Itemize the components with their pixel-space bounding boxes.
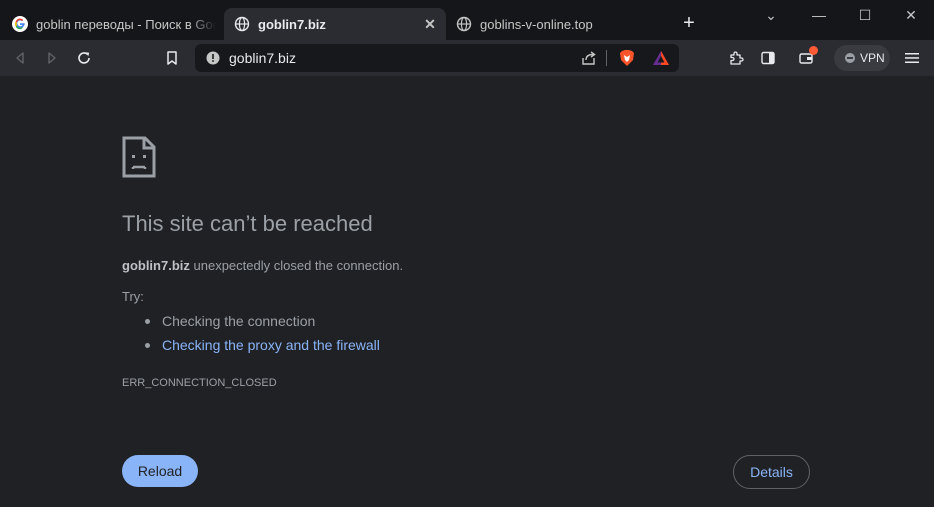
notification-badge — [809, 46, 818, 55]
brave-shields-icon — [620, 50, 634, 66]
forward-icon — [48, 52, 56, 64]
maximize-button[interactable]: ☐ — [854, 6, 876, 24]
suggestion-check-proxy-link[interactable]: Checking the proxy and the firewall — [144, 336, 380, 360]
tab-title: goblin7.biz — [258, 16, 326, 32]
back-button[interactable] — [8, 46, 32, 70]
toolbar: goblin7.biz VPN — [0, 40, 934, 76]
menu-button[interactable] — [900, 46, 924, 70]
suggestion-check-connection: Checking the connection — [144, 312, 380, 336]
bookmark-icon — [167, 51, 177, 65]
google-icon — [12, 16, 28, 32]
sidebar-button[interactable] — [756, 46, 780, 70]
extensions-icon — [730, 51, 744, 65]
close-icon[interactable]: ✕ — [422, 16, 438, 32]
tab-goblins-v-online[interactable]: goblins-v-online.top — [446, 8, 668, 40]
error-code: ERR_CONNECTION_CLOSED — [122, 377, 277, 389]
vpn-label: VPN — [860, 51, 885, 65]
error-summary: goblin7.biz unexpectedly closed the conn… — [122, 258, 403, 273]
back-icon — [16, 52, 24, 64]
error-heading: This site can’t be reached — [122, 211, 373, 236]
tab-strip: goblin переводы - Поиск в Google goblin7… — [0, 0, 934, 40]
tab-goblin7[interactable]: goblin7.biz ✕ — [224, 8, 446, 40]
tab-title: goblin переводы - Поиск в Google — [36, 16, 216, 32]
reload-page-button[interactable]: Reload — [122, 455, 198, 487]
omnibox-divider — [606, 50, 607, 66]
brave-rewards-icon — [653, 51, 669, 65]
brave-shields-button[interactable] — [615, 46, 639, 70]
tab-search-dropdown-icon[interactable]: ⌄ — [760, 6, 782, 24]
vpn-status-icon — [845, 53, 855, 63]
window-close-button[interactable]: ✕ — [900, 6, 922, 24]
extensions-button[interactable] — [724, 46, 748, 70]
suggestion-list: Checking the connection Checking the pro… — [144, 312, 380, 360]
try-label: Try: — [122, 289, 144, 304]
globe-icon — [234, 16, 250, 32]
bookmark-button[interactable] — [160, 46, 184, 70]
share-button[interactable] — [577, 46, 601, 70]
share-icon — [582, 51, 596, 65]
url-text: goblin7.biz — [229, 50, 296, 66]
forward-button[interactable] — [40, 46, 64, 70]
tab-google-search[interactable]: goblin переводы - Поиск в Google — [2, 8, 224, 40]
new-tab-button[interactable]: + — [678, 12, 700, 34]
error-host: goblin7.biz — [122, 258, 190, 273]
brave-rewards-button[interactable] — [649, 46, 673, 70]
globe-icon — [456, 16, 472, 32]
sidebar-icon — [761, 51, 775, 65]
tab-title: goblins-v-online.top — [480, 16, 593, 32]
error-message: unexpectedly closed the connection. — [189, 258, 404, 273]
address-bar[interactable]: goblin7.biz — [195, 44, 679, 72]
menu-icon — [905, 53, 919, 63]
reload-icon — [78, 52, 90, 64]
wallet-button[interactable] — [794, 46, 818, 70]
sad-document-icon — [122, 136, 156, 178]
site-info-icon[interactable] — [206, 51, 220, 65]
minimize-button[interactable]: — — [808, 6, 830, 24]
details-button[interactable]: Details — [733, 455, 810, 489]
vpn-button[interactable]: VPN — [834, 45, 890, 71]
reload-button[interactable] — [72, 46, 96, 70]
